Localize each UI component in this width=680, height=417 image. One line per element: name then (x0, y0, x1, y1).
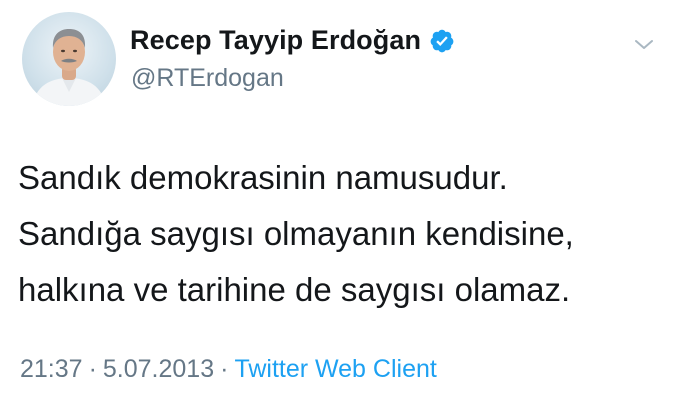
tweet-time[interactable]: 21:37 (20, 355, 83, 383)
tweet-meta: 21:37 · 5.07.2013 · Twitter Web Client (20, 355, 437, 384)
tweet-text: Sandık demokrasinin namusudur. Sandığa s… (18, 150, 668, 318)
meta-separator: · (88, 355, 97, 383)
chevron-down-icon[interactable] (632, 33, 656, 57)
author-name-row: Recep Tayyip Erdoğan (130, 25, 455, 56)
user-handle[interactable]: @RTErdogan (131, 64, 284, 93)
tweet-client-link[interactable]: Twitter Web Client (234, 355, 436, 383)
tweet-text-line: halkına ve tarihine de saygısı olamaz. (18, 271, 571, 308)
tweet-date[interactable]: 5.07.2013 (103, 355, 214, 383)
avatar-portrait-icon (32, 29, 106, 106)
avatar[interactable] (22, 12, 116, 106)
tweet-text-line: Sandığa saygısı olmayanın kendisine, (18, 215, 574, 252)
display-name[interactable]: Recep Tayyip Erdoğan (130, 25, 421, 56)
verified-badge-icon (430, 29, 454, 52)
tweet-text-line: Sandık demokrasinin namusudur. (18, 159, 508, 196)
meta-separator: · (220, 355, 229, 383)
tweet-card: Recep Tayyip Erdoğan @RTErdogan Sandık d… (0, 0, 680, 417)
